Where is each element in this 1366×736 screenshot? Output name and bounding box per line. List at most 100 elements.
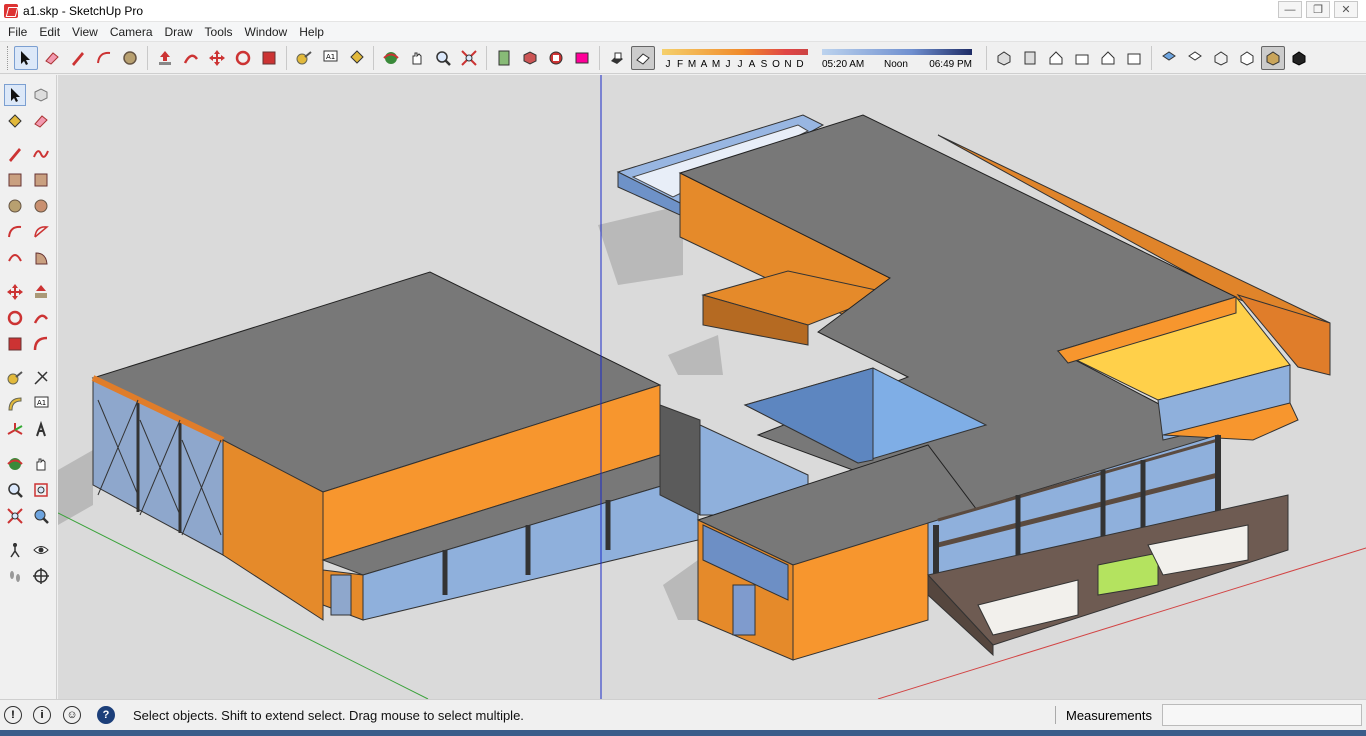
tape-measure-button[interactable] [292, 46, 316, 70]
rectangle-tool-button[interactable] [4, 169, 26, 191]
paint-bucket-button[interactable] [344, 46, 368, 70]
pencil-tool-button[interactable] [66, 46, 90, 70]
menu-edit[interactable]: Edit [33, 22, 66, 42]
minimize-button[interactable]: — [1278, 1, 1302, 18]
entrance-door[interactable] [330, 574, 352, 616]
push-pull-tool-button[interactable] [30, 281, 52, 303]
rotate-tool-button[interactable] [4, 307, 26, 329]
menu-draw[interactable]: Draw [159, 22, 199, 42]
move-tool-button[interactable] [205, 46, 229, 70]
pie-tool-button[interactable] [30, 247, 52, 269]
shaded-button[interactable] [1261, 45, 1285, 70]
text-tool-button[interactable]: A1 [30, 393, 52, 415]
rotate-tool-button[interactable] [231, 46, 255, 70]
fog-toggle-button[interactable] [631, 45, 655, 70]
scale-tool-button[interactable] [4, 333, 26, 355]
front-view-button[interactable] [1044, 46, 1068, 70]
tape-measure-button[interactable] [4, 367, 26, 389]
back-view-button[interactable] [1096, 46, 1120, 70]
two-point-arc-button[interactable] [30, 221, 52, 243]
eye-icon [33, 546, 49, 554]
pan-tool-button[interactable] [405, 46, 429, 70]
help-icon[interactable]: ? [97, 706, 115, 724]
toolbar-separator [986, 45, 987, 70]
month-slider[interactable]: J F M A M J J A S O N D [660, 45, 810, 71]
scale-tool-button[interactable] [257, 46, 281, 70]
paint-bucket-button[interactable] [4, 110, 26, 132]
time-slider-track[interactable] [822, 48, 972, 55]
arc-tool-button[interactable] [92, 46, 116, 70]
rotated-rectangle-button[interactable] [30, 169, 52, 191]
monochrome-button[interactable] [1287, 46, 1311, 70]
menu-help[interactable]: Help [293, 22, 330, 42]
building-model-canvas[interactable] [58, 75, 1366, 699]
measurements-input[interactable] [1162, 704, 1362, 726]
push-pull-tool-button[interactable] [153, 46, 177, 70]
walk-tool-button[interactable] [4, 565, 26, 587]
menu-tools[interactable]: Tools [199, 22, 239, 42]
offset-tool-button[interactable] [30, 333, 52, 355]
model-viewport[interactable] [58, 75, 1366, 699]
eraser-tool-button[interactable] [30, 110, 52, 132]
restore-button[interactable]: ❐ [1306, 1, 1330, 18]
follow-me-tool-button[interactable] [179, 46, 203, 70]
line-tool-button[interactable] [4, 143, 26, 165]
arc-tool-button[interactable] [4, 221, 26, 243]
wireframe-button[interactable] [1209, 46, 1233, 70]
select-tool-button[interactable] [14, 45, 38, 70]
time-slider[interactable]: 05:20 AM Noon 06:49 PM [822, 45, 972, 71]
polygon-tool-button[interactable] [30, 195, 52, 217]
hidden-line-button[interactable] [1235, 46, 1259, 70]
follow-me-tool-button[interactable] [30, 307, 52, 329]
text-tool-button[interactable]: A1 [318, 46, 342, 70]
iso-view-button[interactable] [992, 46, 1016, 70]
warehouse-button[interactable] [544, 46, 568, 70]
month-slider-track[interactable] [662, 48, 808, 55]
shadows-toggle-button[interactable] [605, 46, 629, 70]
three-point-arc-button[interactable] [4, 247, 26, 269]
circle-tool-button[interactable] [118, 46, 142, 70]
protractor-button[interactable] [4, 393, 26, 415]
window-title: a1.skp - SketchUp Pro [23, 3, 144, 18]
user-account-icon[interactable]: ☺ [63, 706, 81, 724]
orbit-tool-button[interactable] [379, 46, 403, 70]
orbit-tool-button[interactable] [4, 453, 26, 475]
position-camera-button[interactable] [4, 539, 26, 561]
move-tool-button[interactable] [4, 281, 26, 303]
top-view-button[interactable] [1018, 46, 1042, 70]
toolbar-grip[interactable] [7, 45, 10, 70]
right-view-button[interactable] [1070, 46, 1094, 70]
section-plane-button[interactable] [30, 565, 52, 587]
menu-view[interactable]: View [66, 22, 104, 42]
xray-button[interactable] [1157, 46, 1181, 70]
left-view-button[interactable] [1122, 46, 1146, 70]
axes-tool-button[interactable] [4, 419, 26, 441]
components-button[interactable] [518, 46, 542, 70]
previous-view-button[interactable] [30, 505, 52, 527]
menu-file[interactable]: File [2, 22, 33, 42]
look-around-button[interactable] [30, 539, 52, 561]
menu-window[interactable]: Window [239, 22, 294, 42]
freehand-tool-button[interactable] [30, 143, 52, 165]
zoom-tool-button[interactable] [4, 479, 26, 501]
3d-text-button[interactable] [30, 419, 52, 441]
zoom-window-button[interactable] [30, 479, 52, 501]
zoom-tool-button[interactable] [431, 46, 455, 70]
make-component-button[interactable] [30, 84, 52, 106]
close-button[interactable]: ✕ [1334, 1, 1358, 18]
pan-tool-button[interactable] [30, 453, 52, 475]
geo-location-icon[interactable]: ! [4, 706, 22, 724]
section-plane-button[interactable] [492, 46, 516, 70]
dimension-tool-button[interactable] [30, 367, 52, 389]
circle-tool-button[interactable] [4, 195, 26, 217]
credits-icon[interactable]: i [33, 706, 51, 724]
eraser-tool-button[interactable] [40, 46, 64, 70]
zoom-extents-button[interactable] [4, 505, 26, 527]
menu-camera[interactable]: Camera [104, 22, 159, 42]
extension-button[interactable] [570, 46, 594, 70]
tape-measure-icon [7, 371, 23, 385]
zoom-extents-button[interactable] [457, 46, 481, 70]
front-entrance-door[interactable] [732, 584, 756, 636]
back-edges-button[interactable] [1183, 46, 1207, 70]
select-tool-button[interactable] [4, 84, 26, 106]
